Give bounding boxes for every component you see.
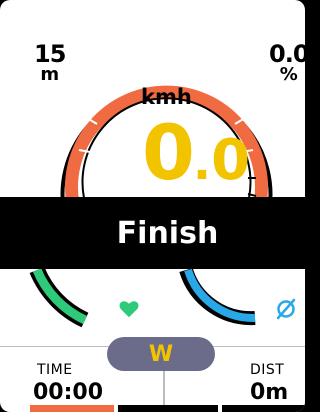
heart-icon bbox=[119, 301, 139, 318]
page-indicator bbox=[118, 405, 218, 412]
grade-unit: % bbox=[279, 64, 298, 85]
dist-label: DIST bbox=[250, 362, 285, 378]
grade-readout: 0.0 % bbox=[269, 42, 305, 84]
speed-decimal-point: . bbox=[192, 135, 212, 191]
cadence-icon bbox=[276, 298, 296, 320]
elevation-value: 15 bbox=[34, 40, 66, 68]
dist-value: 0m bbox=[250, 380, 289, 405]
speed-fraction: 0 bbox=[211, 128, 251, 193]
mode-pill-label: W bbox=[148, 341, 174, 367]
elevation-readout: 15 m bbox=[34, 40, 66, 85]
page-indicator-active bbox=[30, 405, 114, 412]
grade-value: 0.0 bbox=[269, 40, 305, 68]
cadence-zone-arc bbox=[184, 268, 256, 323]
speed-unit: kmh bbox=[141, 85, 192, 109]
time-value: 00:00 bbox=[33, 380, 104, 405]
speed-value: 0.0 bbox=[142, 115, 250, 191]
finish-label: Finish bbox=[116, 215, 219, 251]
finish-banner[interactable]: Finish bbox=[0, 197, 305, 269]
speed-integer: 0 bbox=[142, 108, 195, 197]
page-indicator bbox=[222, 405, 305, 412]
dashboard-panel: 15 m 0.0 % kmh 0.0 Finish TIME 00:00 DIS… bbox=[0, 0, 305, 412]
time-label: TIME bbox=[37, 362, 73, 378]
mode-pill-button[interactable]: W bbox=[107, 337, 215, 371]
elevation-unit: m bbox=[40, 64, 60, 85]
device-screen: 15 m 0.0 % kmh 0.0 Finish TIME 00:00 DIS… bbox=[0, 0, 305, 412]
